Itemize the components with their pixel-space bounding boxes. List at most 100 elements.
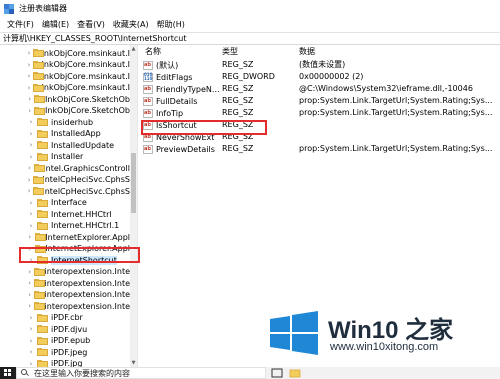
chevron-right-icon[interactable]: › [27, 325, 35, 333]
chevron-right-icon[interactable]: › [27, 222, 35, 230]
menu-favorites[interactable]: 收藏夹(A) [109, 19, 153, 30]
task-view-icon[interactable] [270, 367, 284, 379]
chevron-right-icon[interactable]: › [27, 164, 32, 172]
chevron-right-icon[interactable]: › [27, 360, 35, 368]
value-type: REG_SZ [222, 108, 254, 117]
menu-file[interactable]: 文件(F) [3, 19, 38, 30]
chevron-right-icon[interactable]: › [27, 302, 32, 310]
taskbar-search-box[interactable]: 在这里输入你要搜索的内容 [16, 367, 266, 379]
chevron-right-icon[interactable]: › [27, 210, 35, 218]
tree-item[interactable]: › IntelCpHeciSvc.CphsS [0, 185, 130, 197]
value-data: 0x00000002 (2) [299, 72, 364, 81]
tree-item[interactable]: › InstalledUpdate [0, 139, 130, 151]
chevron-right-icon[interactable]: › [27, 61, 31, 69]
chevron-right-icon[interactable]: › [27, 153, 35, 161]
column-header-data[interactable]: 数据 [299, 46, 315, 57]
tree-item[interactable]: › insiderhub [0, 116, 130, 128]
start-button[interactable] [0, 367, 16, 379]
folder-icon [34, 302, 46, 310]
tree-item-label: interopextension.Inte [44, 290, 130, 299]
tree-item[interactable]: › InstalledApp [0, 128, 130, 140]
string-value-icon: ab [143, 108, 153, 118]
value-row[interactable]: 010 110 EditFlags REG_DWORD 0x00000002 (2) [141, 71, 500, 83]
value-data: @C:\Windows\System32\ieframe.dll,-10046 [299, 84, 473, 93]
tree-item[interactable]: › interopextension.Inte [0, 289, 130, 301]
chevron-right-icon[interactable]: › [27, 84, 31, 92]
chevron-right-icon[interactable]: › [27, 291, 32, 299]
folder-icon [34, 233, 46, 241]
tree-item[interactable]: › iPDF.djvu [0, 323, 130, 335]
tree-item[interactable]: › iPDF.jpeg [0, 346, 130, 358]
tree-item-label: Installer [51, 152, 84, 161]
tree-item[interactable]: › iPDF.jpg [0, 358, 130, 368]
tree-item[interactable]: › interopextension.Inte [0, 277, 130, 289]
tree-item[interactable]: › iPDF.epub [0, 335, 130, 347]
value-row[interactable]: ab PreviewDetails REG_SZ prop:System.Link.T… [141, 143, 500, 155]
folder-icon [37, 129, 48, 138]
tree-item[interactable]: › IntelCpHeciSvc.CphsS [0, 174, 130, 186]
value-name: PreviewDetails [156, 144, 215, 154]
chevron-right-icon[interactable]: › [27, 187, 31, 195]
chevron-right-icon[interactable]: › [27, 337, 35, 345]
folder-icon [34, 106, 46, 115]
watermark: Win10 之家 www.win10xitong.com [268, 303, 493, 363]
tree-item[interactable]: › InternetExplorer.Appl [0, 231, 130, 243]
address-bar[interactable]: 计算机\HKEY_CLASSES_ROOT\InternetShortcut [0, 32, 500, 45]
chevron-right-icon[interactable]: › [27, 314, 35, 322]
folder-icon [33, 72, 44, 80]
value-row[interactable]: ab (默认) REG_SZ (数值未设置) [141, 59, 500, 71]
folder-icon [33, 164, 45, 172]
tree-item[interactable]: › interopextension.Inte [0, 300, 130, 312]
folder-icon [33, 175, 45, 184]
tree-item[interactable]: › Installer [0, 151, 130, 163]
chevron-right-icon[interactable]: › [27, 72, 31, 80]
tree-item[interactable]: › iPDF.cbr [0, 312, 130, 324]
binary-value-icon: 010 110 [143, 71, 153, 82]
chevron-right-icon[interactable]: › [27, 348, 35, 356]
tree-item[interactable]: › InkObjCore.msinkaut.I [0, 47, 130, 59]
column-header-name[interactable]: 名称 [145, 46, 161, 57]
folder-icon [37, 141, 48, 149]
tree-item-label: InkObjCore.msinkaut.I [41, 48, 130, 58]
chevron-right-icon[interactable]: › [27, 199, 35, 207]
tree-item[interactable]: › Interface [0, 197, 130, 209]
value-row[interactable]: ab FullDetails REG_SZ prop:System.Link.Targ… [141, 95, 500, 107]
scroll-down-icon[interactable]: ▼ [130, 359, 137, 367]
scroll-up-icon[interactable]: ▲ [130, 45, 137, 53]
chevron-right-icon[interactable]: › [27, 279, 32, 287]
chevron-right-icon[interactable]: › [27, 95, 32, 103]
tree-item[interactable]: › InkObjCore.msinkaut.I [0, 70, 130, 82]
chevron-right-icon[interactable]: › [27, 141, 35, 149]
chevron-right-icon[interactable]: › [27, 49, 31, 57]
tree-item-label: IntelCpHeciSvc.CphsS [42, 175, 130, 184]
string-value-icon: ab [143, 60, 153, 70]
tree-item[interactable]: › InkObjCore.SketchOb [0, 93, 130, 105]
scroll-thumb[interactable] [131, 153, 136, 213]
tree-item[interactable]: › InkObjCore.SketchOb [0, 105, 130, 117]
regedit-app-icon [4, 3, 14, 14]
chevron-right-icon[interactable]: › [27, 233, 33, 241]
value-row[interactable]: ab FriendlyTypeN... REG_SZ @C:\Windows\Syst… [141, 83, 500, 95]
tree-scrollbar[interactable]: ▲ ▼ [130, 45, 137, 367]
tree-item[interactable]: › Internet.HHCtrl [0, 208, 130, 220]
column-header-type[interactable]: 类型 [222, 46, 238, 57]
chevron-right-icon[interactable]: › [27, 268, 32, 276]
tree-item-label: iPDF.epub [51, 336, 91, 345]
chevron-right-icon[interactable]: › [27, 107, 32, 115]
folder-icon [37, 325, 48, 333]
tree-item[interactable]: › Internet.HHCtrl.1 [0, 220, 130, 232]
value-row[interactable]: ab InfoTip REG_SZ prop:System.Link.TargetUr… [141, 107, 500, 119]
tree-item-label: iPDF.cbr [51, 313, 83, 322]
tree-item[interactable]: › Intel.GraphicsControll [0, 162, 130, 174]
menu-view[interactable]: 查看(V) [73, 19, 109, 30]
value-name: EditFlags [156, 72, 193, 82]
tree-item[interactable]: › InkObjCore.msinkaut.I [0, 59, 130, 71]
chevron-right-icon[interactable]: › [27, 176, 31, 184]
tree-item[interactable]: › interopextension.Inte [0, 266, 130, 278]
file-explorer-icon[interactable] [288, 367, 302, 379]
chevron-right-icon[interactable]: › [27, 130, 35, 138]
menu-help[interactable]: 帮助(H) [153, 19, 189, 30]
menu-edit[interactable]: 编辑(E) [38, 19, 73, 30]
tree-item[interactable]: › InkObjCore.msinkaut.I [0, 82, 130, 94]
chevron-right-icon[interactable]: › [27, 118, 35, 126]
